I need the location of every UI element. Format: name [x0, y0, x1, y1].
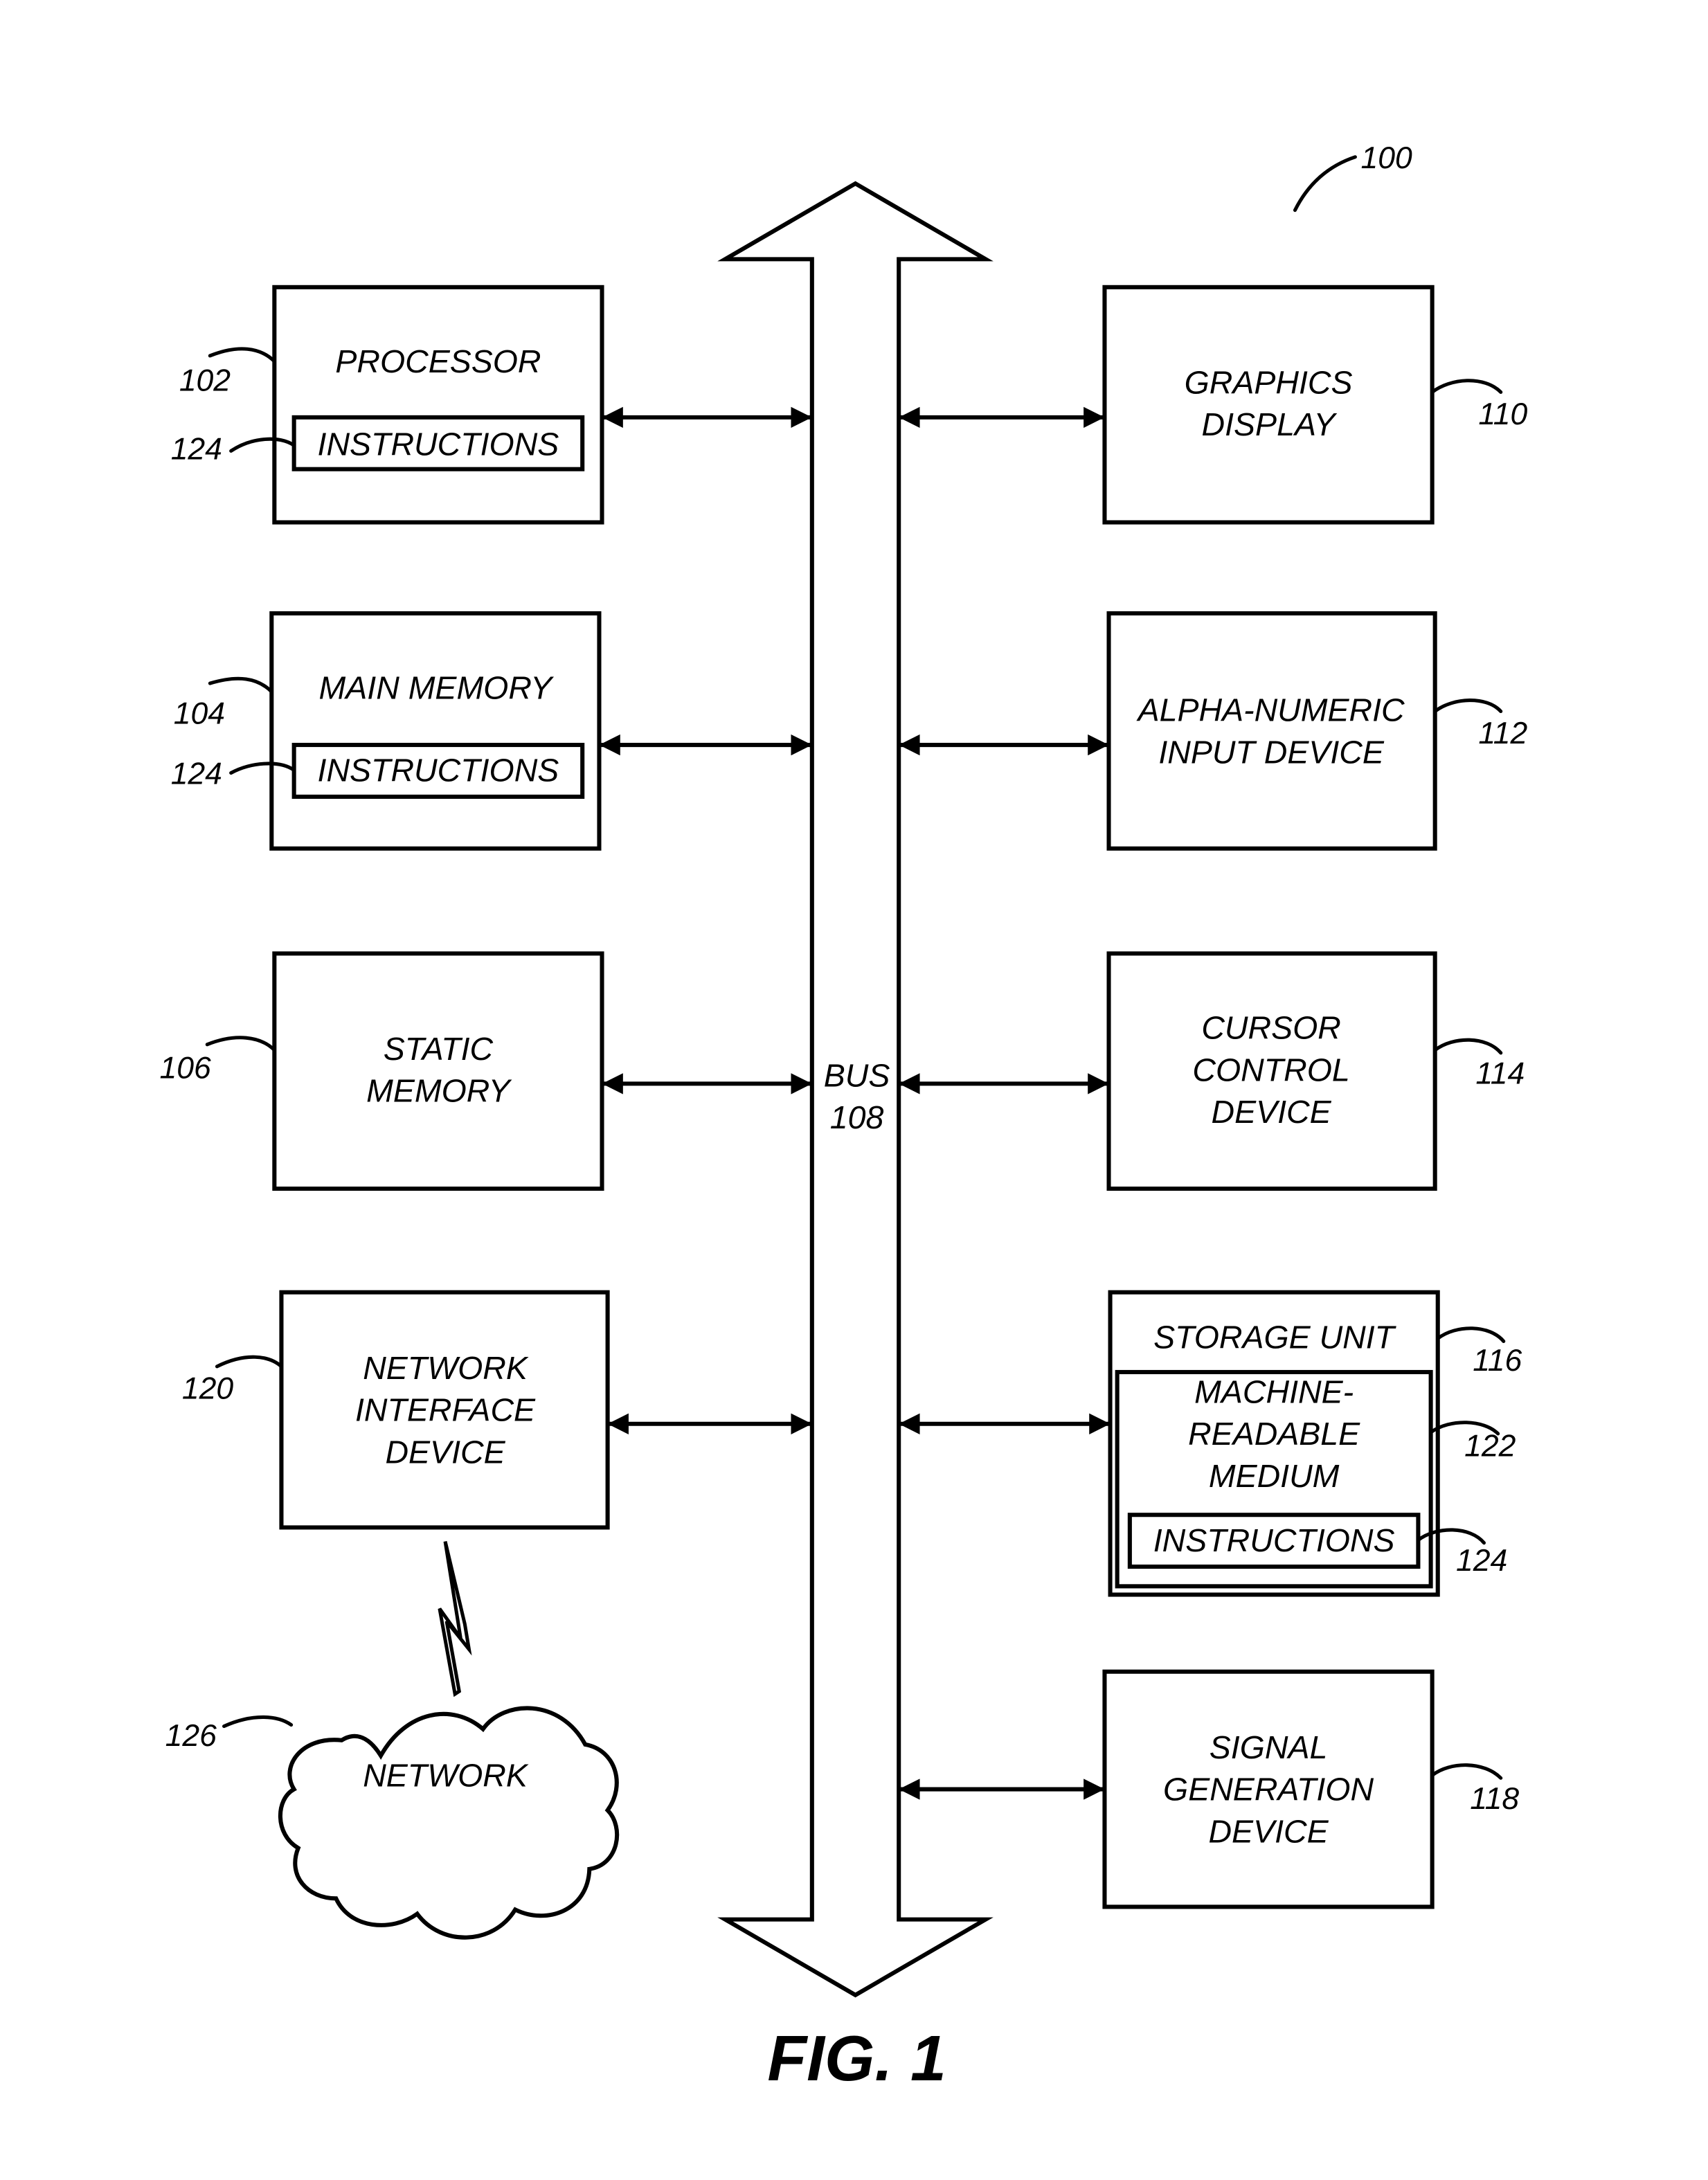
signal-gen-label-line1: SIGNAL — [1210, 1729, 1328, 1765]
block-diagram: 100 BUS 108 PROCESSOR INSTRUCTIONS 102 1… — [160, 141, 1528, 2094]
processor-instructions-label: INSTRUCTIONS — [318, 426, 559, 462]
mrm-label-line1: MACHINE- — [1194, 1373, 1354, 1409]
main-memory-label: MAIN MEMORY — [319, 669, 555, 705]
storage-unit-label: STORAGE UNIT — [1153, 1319, 1397, 1355]
ref-label-118: 118 — [1470, 1782, 1519, 1816]
leader-line-106 — [205, 1036, 276, 1052]
leader-line-112 — [1433, 699, 1503, 714]
cursor-control-label-line2: CONTROL — [1192, 1052, 1349, 1088]
ref-label-114: 114 — [1475, 1056, 1525, 1090]
main-memory-instructions-label: INSTRUCTIONS — [318, 753, 559, 789]
leader-line-100 — [1293, 155, 1357, 213]
figure-caption: FIG. 1 — [767, 2022, 946, 2094]
alpha-numeric-label-line2: INPUT DEVICE — [1158, 734, 1385, 770]
ref-label-116: 116 — [1473, 1344, 1522, 1378]
ref-label-120: 120 — [182, 1371, 233, 1405]
ref-label-124c: 124 — [1456, 1544, 1507, 1578]
static-memory-block: STATIC MEMORY — [272, 951, 604, 1191]
ref-label-102: 102 — [179, 363, 231, 397]
leader-line-114 — [1433, 1038, 1503, 1055]
signal-gen-label-line2: GENERATION — [1163, 1772, 1374, 1808]
storage-unit-block: STORAGE UNIT MACHINE- READABLE MEDIUM IN… — [1108, 1290, 1440, 1597]
network-interface-device-block: NETWORK INTERFACE DEVICE — [279, 1290, 610, 1530]
alpha-numeric-label-line1: ALPHA-NUMERIC — [1136, 692, 1405, 728]
graphics-display-block: GRAPHICS DISPLAY — [1102, 285, 1435, 525]
ref-label-124a: 124 — [171, 433, 222, 467]
alpha-numeric-input-device-block: ALPHA-NUMERIC INPUT DEVICE — [1106, 611, 1437, 851]
storage-instructions-label: INSTRUCTIONS — [1153, 1522, 1395, 1558]
bus-ref: 108 — [830, 1099, 884, 1135]
leader-line-126 — [222, 1715, 294, 1729]
nid-label-line1: NETWORK — [363, 1350, 529, 1386]
bus-label: BUS — [824, 1057, 890, 1093]
wireless-link-icon — [438, 1541, 472, 1697]
nid-label-line3: DEVICE — [385, 1434, 505, 1470]
mrm-label-line3: MEDIUM — [1209, 1458, 1340, 1494]
cursor-control-label-line1: CURSOR — [1201, 1010, 1341, 1046]
signal-generation-device-block: SIGNAL GENERATION DEVICE — [1102, 1669, 1435, 1909]
ref-label-106: 106 — [160, 1051, 211, 1085]
processor-block: PROCESSOR INSTRUCTIONS — [272, 285, 604, 525]
ref-label-104: 104 — [174, 697, 225, 731]
leader-line-120 — [215, 1355, 283, 1369]
static-memory-label-line2: MEMORY — [366, 1073, 512, 1109]
processor-label: PROCESSOR — [335, 343, 541, 379]
ref-label-112: 112 — [1478, 717, 1527, 750]
nid-label-line2: INTERFACE — [355, 1392, 536, 1428]
main-memory-block: MAIN MEMORY INSTRUCTIONS — [269, 611, 602, 851]
ref-label-122: 122 — [1464, 1429, 1516, 1463]
signal-gen-label-line3: DEVICE — [1208, 1813, 1329, 1849]
cursor-control-device-block: CURSOR CONTROL DEVICE — [1106, 951, 1437, 1191]
ref-label-110: 110 — [1478, 397, 1527, 431]
ref-label-126: 126 — [165, 1719, 217, 1753]
ref-label-124b: 124 — [171, 757, 222, 791]
network-cloud — [278, 1706, 620, 1940]
mrm-label-line2: READABLE — [1188, 1416, 1360, 1452]
network-label: NETWORK — [363, 1758, 529, 1794]
static-memory-label-line1: STATIC — [384, 1031, 494, 1067]
leader-line-104 — [208, 676, 273, 694]
cursor-control-label-line3: DEVICE — [1212, 1094, 1332, 1130]
leader-line-118 — [1430, 1763, 1503, 1780]
ref-label-100: 100 — [1361, 141, 1412, 175]
leader-line-116 — [1436, 1326, 1506, 1344]
leader-line-102 — [208, 347, 276, 363]
graphics-display-label-line2: DISPLAY — [1202, 406, 1338, 442]
leader-line-110 — [1430, 379, 1503, 394]
graphics-display-label-line1: GRAPHICS — [1185, 364, 1353, 400]
